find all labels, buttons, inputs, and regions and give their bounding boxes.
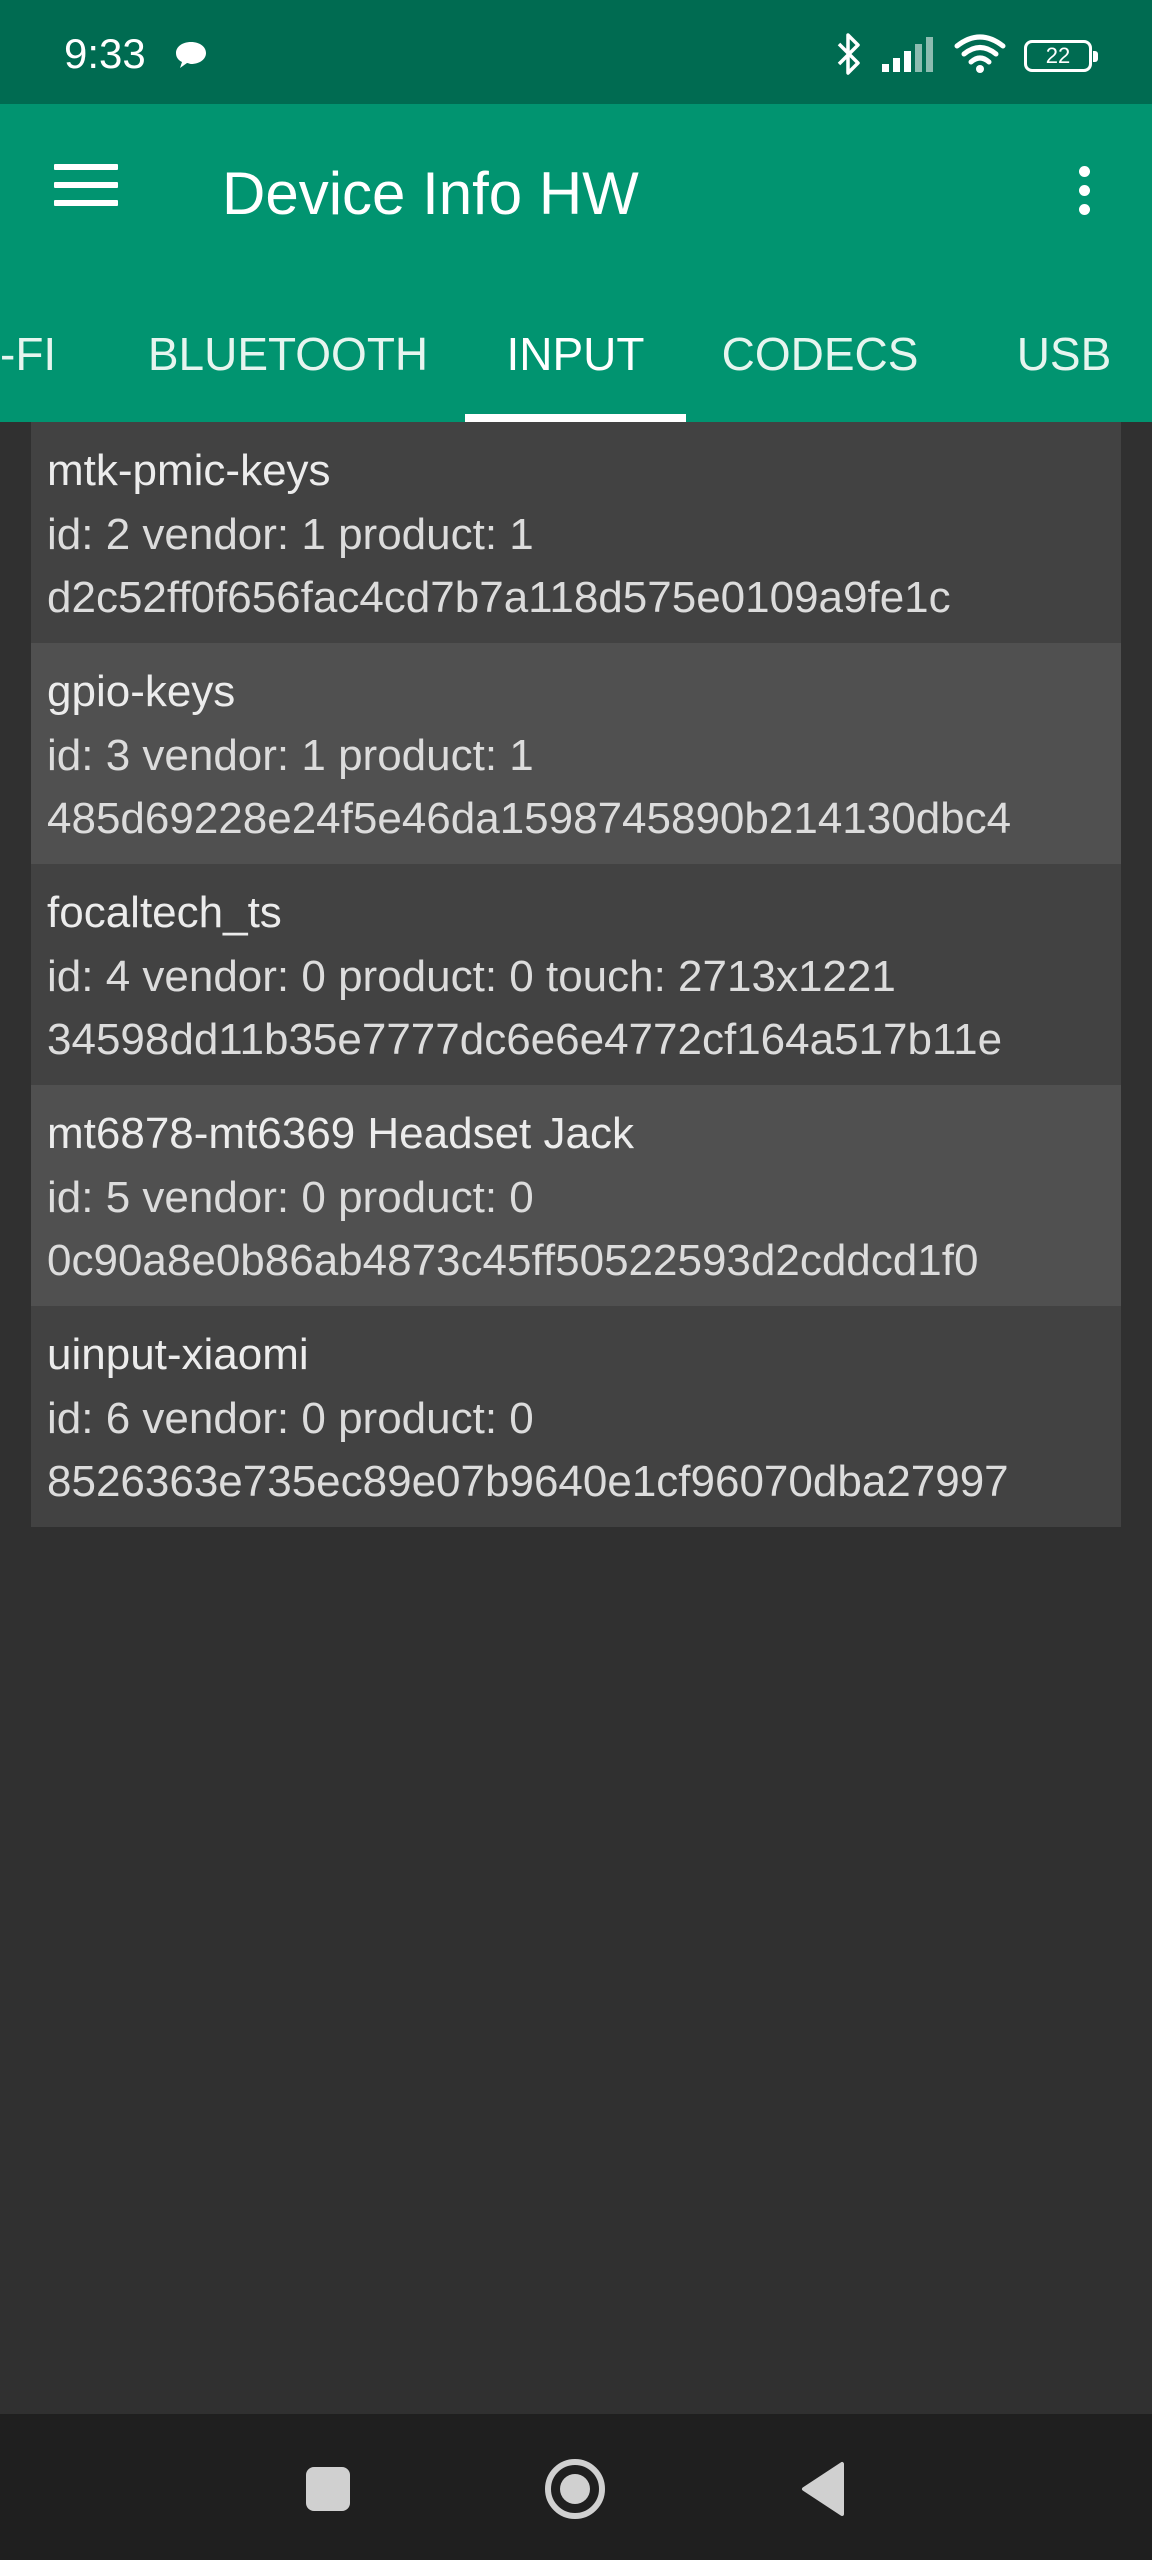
list-item[interactable]: gpio-keys id: 3 vendor: 1 product: 1 485… [31,643,1121,864]
battery-icon: 22 [1024,40,1098,72]
screen: 9:33 22 Device Info HW -FI BLUETOOTH INP… [0,0,1152,2560]
more-vert-icon[interactable] [1064,160,1104,230]
device-ids: id: 2 vendor: 1 product: 1 [47,510,534,559]
device-descriptor: d2c52ff0f656fac4cd7b7a118d575e0109a9fe1c [47,573,951,622]
list-item[interactable]: mtk-pmic-keys id: 2 vendor: 1 product: 1… [31,422,1121,643]
device-ids: id: 4 vendor: 0 product: 0 touch: 2713x1… [47,952,896,1001]
device-ids: id: 3 vendor: 1 product: 1 [47,731,534,780]
list-item[interactable]: focaltech_ts id: 4 vendor: 0 product: 0 … [31,864,1121,1085]
device-descriptor: 34598dd11b35e7777dc6e6e4772cf164a517b11e [47,1015,1003,1064]
list-item[interactable]: uinput-xiaomi id: 6 vendor: 0 product: 0… [31,1306,1121,1527]
battery-level: 22 [1045,43,1071,68]
home-circle-icon[interactable] [540,2454,610,2524]
chat-bubble-icon [174,40,208,75]
device-descriptor: 0c90a8e0b86ab4873c45ff50522593d2cddcd1f0 [47,1236,979,1285]
tab-input[interactable]: INPUT [465,302,686,422]
tab-codecs[interactable]: CODECS [700,302,940,422]
device-name: mt6878-mt6369 Headset Jack [47,1109,634,1158]
app-bar: Device Info HW -FI BLUETOOTH INPUT CODEC… [0,104,1152,422]
device-descriptor: 8526363e735ec89e07b9640e1cf96070dba27997 [47,1457,1009,1506]
device-name: focaltech_ts [47,888,282,937]
list-item[interactable]: mt6878-mt6369 Headset Jack id: 5 vendor:… [31,1085,1121,1306]
back-triangle-icon[interactable] [790,2454,860,2524]
device-name: gpio-keys [47,667,236,716]
wifi-icon [954,34,1006,79]
tab-indicator [465,414,686,422]
app-title: Device Info HW [222,160,639,227]
recents-square-icon[interactable] [293,2454,363,2524]
status-time: 9:33 [64,30,146,77]
device-ids: id: 5 vendor: 0 product: 0 [47,1173,534,1222]
input-device-list: mtk-pmic-keys id: 2 vendor: 1 product: 1… [31,422,1121,1527]
device-name: uinput-xiaomi [47,1330,309,1379]
signal-icon [880,36,936,77]
device-descriptor: 485d69228e24f5e46da1598745890b214130dbc4 [47,794,1012,843]
tab-bluetooth[interactable]: BLUETOOTH [130,302,446,422]
device-ids: id: 6 vendor: 0 product: 0 [47,1394,534,1443]
tab-usb[interactable]: USB [990,302,1138,422]
tab-bar: -FI BLUETOOTH INPUT CODECS USB [0,302,1152,422]
status-bar: 9:33 22 [0,0,1152,104]
status-icons: 22 [836,30,1098,82]
hamburger-menu-icon[interactable] [54,156,118,220]
device-name: mtk-pmic-keys [47,446,331,495]
system-nav-bar [0,2414,1152,2560]
bluetooth-icon [836,32,862,81]
tab-wifi[interactable]: -FI [0,302,66,422]
